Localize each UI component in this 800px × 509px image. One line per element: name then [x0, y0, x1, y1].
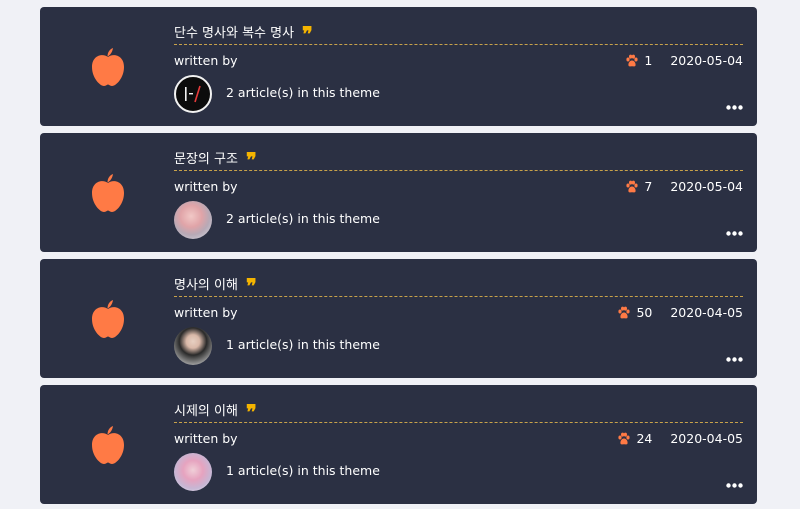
quote-icon: ❞	[245, 274, 257, 298]
post-meta: 50 2020-04-05	[617, 305, 743, 320]
apple-icon	[92, 426, 124, 464]
post-date: 2020-04-05	[670, 431, 743, 446]
post-card[interactable]: 단수 명사와 복수 명사 ❞ written by 1 2020-05-04 2…	[40, 7, 757, 126]
post-title-row: 시제의 이해 ❞	[174, 396, 743, 423]
written-by-label: written by	[174, 305, 238, 320]
apple-icon	[92, 174, 124, 212]
articles-count-text: 1 article(s) in this theme	[226, 337, 380, 352]
post-date: 2020-05-04	[670, 179, 743, 194]
more-icon[interactable]	[726, 105, 743, 110]
articles-count-text: 1 article(s) in this theme	[226, 463, 380, 478]
post-date: 2020-04-05	[670, 305, 743, 320]
post-card[interactable]: 시제의 이해 ❞ written by 24 2020-04-05 1 arti…	[40, 385, 757, 504]
quote-icon: ❞	[245, 400, 257, 424]
post-card[interactable]: 명사의 이해 ❞ written by 50 2020-04-05 1 arti…	[40, 259, 757, 378]
post-title[interactable]: 문장의 구조	[174, 148, 238, 167]
post-title-row: 명사의 이해 ❞	[174, 270, 743, 297]
post-list: 단수 명사와 복수 명사 ❞ written by 1 2020-05-04 2…	[0, 0, 800, 509]
apple-icon	[92, 300, 124, 338]
quote-icon: ❞	[245, 148, 257, 172]
written-by-label: written by	[174, 179, 238, 194]
view-count: 24	[636, 431, 653, 446]
paw-icon	[618, 306, 631, 318]
post-title[interactable]: 명사의 이해	[174, 274, 238, 293]
post-meta: 7 2020-05-04	[625, 179, 743, 194]
view-count: 1	[644, 53, 653, 68]
post-meta: 1 2020-05-04	[625, 53, 743, 68]
avatar[interactable]	[174, 327, 212, 365]
post-card[interactable]: 문장의 구조 ❞ written by 7 2020-05-04 2 artic…	[40, 133, 757, 252]
more-icon[interactable]	[726, 357, 743, 362]
avatar[interactable]	[174, 453, 212, 491]
apple-icon	[92, 48, 124, 86]
written-by-label: written by	[174, 53, 238, 68]
paw-icon	[618, 432, 631, 444]
avatar[interactable]	[174, 201, 212, 239]
avatar[interactable]	[174, 75, 212, 113]
written-by-label: written by	[174, 431, 238, 446]
avatar-logo-image	[185, 85, 201, 103]
quote-icon: ❞	[302, 22, 313, 46]
post-title[interactable]: 시제의 이해	[174, 400, 238, 419]
post-date: 2020-05-04	[670, 53, 743, 68]
more-icon[interactable]	[726, 483, 743, 488]
articles-count-text: 2 article(s) in this theme	[226, 85, 380, 100]
post-meta: 24 2020-04-05	[617, 431, 743, 446]
post-title[interactable]: 단수 명사와 복수 명사	[174, 22, 294, 41]
paw-icon	[626, 54, 638, 66]
more-icon[interactable]	[726, 231, 743, 236]
paw-icon	[626, 180, 638, 192]
articles-count-text: 2 article(s) in this theme	[226, 211, 380, 226]
view-count: 50	[636, 305, 653, 320]
view-count: 7	[644, 179, 653, 194]
post-title-row: 문장의 구조 ❞	[174, 144, 743, 171]
post-title-row: 단수 명사와 복수 명사 ❞	[174, 18, 743, 45]
